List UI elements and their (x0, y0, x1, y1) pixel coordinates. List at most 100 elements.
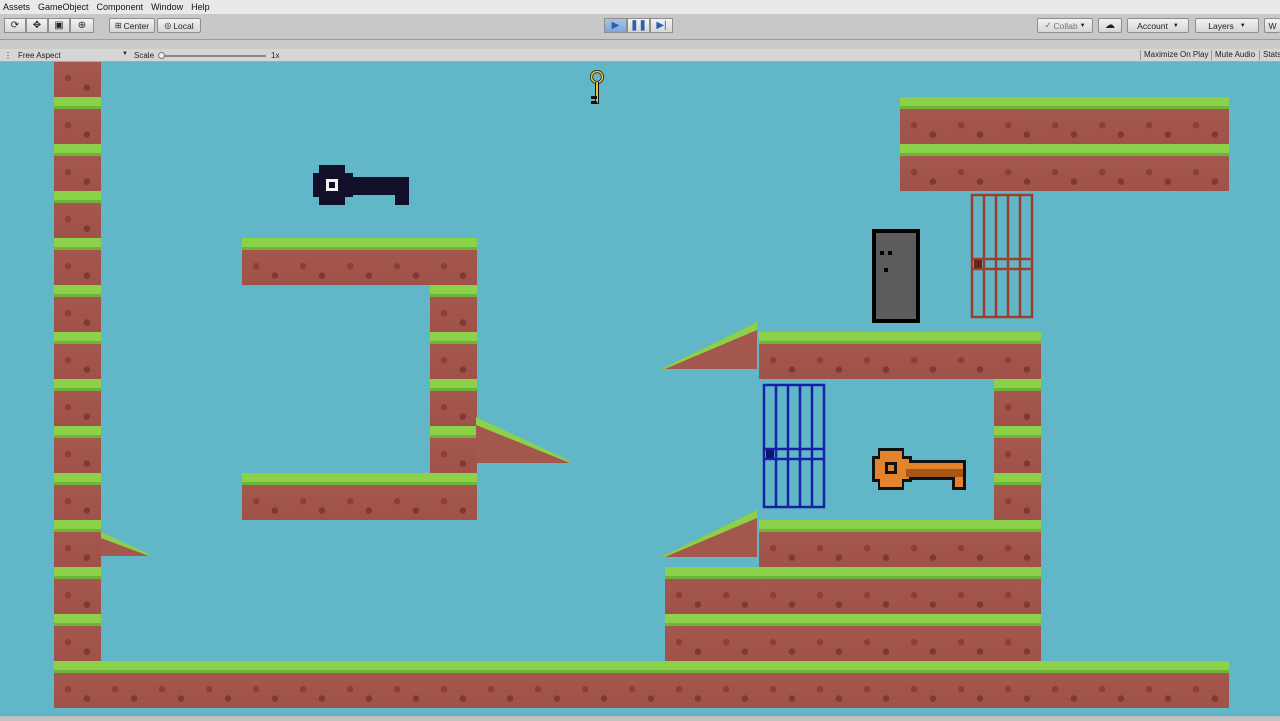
grass-tile (994, 473, 1041, 520)
grass-tile (806, 520, 853, 567)
grass-tile (242, 661, 289, 708)
orange-key-icon (872, 448, 966, 490)
layout-dropdown[interactable]: W (1264, 18, 1280, 33)
grass-slope (101, 532, 149, 556)
menu-window[interactable]: Window (148, 2, 186, 12)
play-button[interactable]: ▶ (604, 18, 627, 33)
grass-tile (947, 567, 994, 614)
grass-tile (54, 191, 101, 238)
layers-label: Layers (1208, 20, 1234, 31)
grass-tile (994, 379, 1041, 426)
grass-tile (947, 614, 994, 661)
grass-tile (806, 567, 853, 614)
scale-slider-handle[interactable] (158, 52, 165, 59)
grass-tile (336, 661, 383, 708)
mute-audio-toggle[interactable]: Mute Audio (1211, 50, 1258, 60)
refresh-icon: ⟳ (10, 19, 20, 31)
grass-tile (148, 661, 195, 708)
account-dropdown[interactable]: Account ▼ (1127, 18, 1189, 33)
grass-tile (712, 567, 759, 614)
grey-door (872, 229, 920, 323)
grass-tile (994, 567, 1041, 614)
grass-tile (994, 661, 1041, 708)
black-key-icon (313, 165, 409, 205)
grass-tile (1041, 97, 1088, 144)
grass-tile (430, 379, 477, 426)
collab-button[interactable]: ✓ Collab ▼ (1037, 18, 1093, 33)
move-icon: ✥ (32, 19, 42, 31)
blue-barred-door (762, 383, 826, 509)
refresh-tool-button[interactable]: ⟳ (4, 18, 26, 33)
grass-tile (54, 285, 101, 332)
tab-strip (0, 40, 1280, 49)
pause-button[interactable]: ❚❚ (627, 18, 650, 33)
grass-tile (994, 614, 1041, 661)
grass-tile (759, 567, 806, 614)
grass-tile (853, 520, 900, 567)
menu-help[interactable]: Help (188, 2, 213, 12)
scale-value: 1x (271, 51, 280, 60)
grass-tile (54, 520, 101, 567)
player-key-icon (590, 70, 604, 104)
menu-gameobject[interactable]: GameObject (35, 2, 92, 12)
red-barred-door (970, 193, 1034, 319)
collab-label: Collab (1053, 20, 1078, 31)
chevron-down-icon: ▼ (122, 51, 128, 57)
grass-tile (1088, 144, 1135, 191)
rect-tool-button[interactable]: ▣ (48, 18, 70, 33)
transform-tool-button[interactable]: ⊕ (70, 18, 94, 33)
grass-tile (853, 614, 900, 661)
grass-slope (661, 510, 757, 557)
cloud-button[interactable]: ☁ (1098, 18, 1122, 33)
scale-slider[interactable] (158, 52, 266, 59)
maximize-on-play-toggle[interactable]: Maximize On Play (1140, 50, 1211, 60)
grass-tile (430, 661, 477, 708)
pivot-center-button[interactable]: ⊞ Center (109, 18, 155, 33)
grass-tile (759, 661, 806, 708)
layers-dropdown[interactable]: Layers ▼ (1195, 18, 1259, 33)
grass-tile (54, 379, 101, 426)
grass-tile (289, 473, 336, 520)
scale-label: Scale (134, 51, 155, 60)
grass-tile (524, 661, 571, 708)
grass-tile (759, 520, 806, 567)
grass-tile (665, 661, 712, 708)
stats-toggle[interactable]: Stats (1259, 50, 1280, 60)
game-viewport[interactable] (0, 62, 1280, 715)
grass-tile (383, 473, 430, 520)
menu-bar: Assets GameObject Component Window Help (0, 0, 1280, 14)
grass-tile (806, 332, 853, 379)
grass-tile (430, 285, 477, 332)
grass-tile (994, 520, 1041, 567)
local-icon: ◎ (164, 21, 172, 30)
grass-tile (947, 97, 994, 144)
grass-tile (900, 520, 947, 567)
move-tool-button[interactable]: ✥ (26, 18, 48, 33)
grass-tile (900, 614, 947, 661)
grass-tile (54, 332, 101, 379)
aspect-dropdown[interactable]: Free Aspect (18, 51, 61, 60)
grass-tile (1135, 661, 1182, 708)
grass-tile (54, 238, 101, 285)
grass-tile (54, 614, 101, 661)
panel-menu-icon[interactable]: ⋮ (4, 51, 12, 60)
grass-tile (242, 473, 289, 520)
grass-tile (994, 332, 1041, 379)
grass-tile (383, 238, 430, 285)
grass-tile (712, 661, 759, 708)
step-button[interactable]: ▶| (650, 18, 673, 33)
menu-assets[interactable]: Assets (0, 2, 33, 12)
grass-tile (1088, 661, 1135, 708)
pivot-local-button[interactable]: ◎ Local (157, 18, 201, 33)
check-icon: ✓ (1044, 20, 1052, 30)
pivot-icon: ⊞ (114, 21, 122, 30)
grass-tile (900, 332, 947, 379)
game-view-header: ⋮ Free Aspect ▼ Scale 1x Maximize On Pla… (0, 40, 1280, 62)
pivot-local-label: Local (173, 20, 194, 31)
grass-tile (54, 473, 101, 520)
grass-tile (336, 473, 383, 520)
menu-component[interactable]: Component (94, 2, 147, 12)
grass-tile (101, 661, 148, 708)
step-icon: ▶| (656, 19, 667, 31)
grass-tile (759, 332, 806, 379)
